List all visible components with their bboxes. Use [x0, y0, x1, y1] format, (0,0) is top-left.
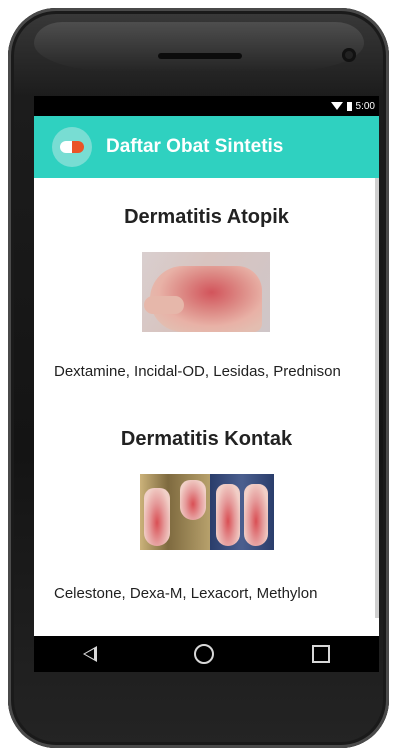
status-time: 5:00 — [355, 100, 375, 112]
wifi-icon — [330, 102, 343, 110]
recent-apps-icon[interactable] — [312, 645, 331, 663]
phone-glare — [34, 22, 364, 72]
status-bar: 5:00 — [34, 96, 379, 116]
back-icon[interactable] — [82, 646, 97, 662]
pill-icon — [52, 127, 92, 167]
navigation-bar — [34, 636, 379, 672]
medication-list[interactable]: Dermatitis Atopik Dextamine, Incidal-OD,… — [34, 178, 375, 672]
scrollbar[interactable] — [375, 178, 379, 618]
front-camera — [342, 48, 356, 62]
battery-icon — [346, 101, 352, 111]
medication-names: Dextamine, Incidal-OD, Lesidas, Predniso… — [54, 363, 341, 380]
contact-dermatitis-feet-photo — [140, 474, 274, 550]
atopic-dermatitis-hand-photo — [142, 252, 270, 332]
medication-names: Celestone, Dexa-M, Lexacort, Methylon — [54, 585, 318, 602]
home-icon[interactable] — [194, 644, 215, 664]
device-screen: 5:00 Daftar Obat Sintetis Dermatitis Ato… — [34, 96, 379, 672]
app-bar: Daftar Obat Sintetis — [34, 116, 379, 178]
section-title: Dermatitis Atopik — [124, 206, 289, 228]
section-title: Dermatitis Kontak — [120, 428, 293, 450]
earpiece-speaker — [158, 53, 242, 59]
app-title: Daftar Obat Sintetis — [106, 136, 284, 157]
